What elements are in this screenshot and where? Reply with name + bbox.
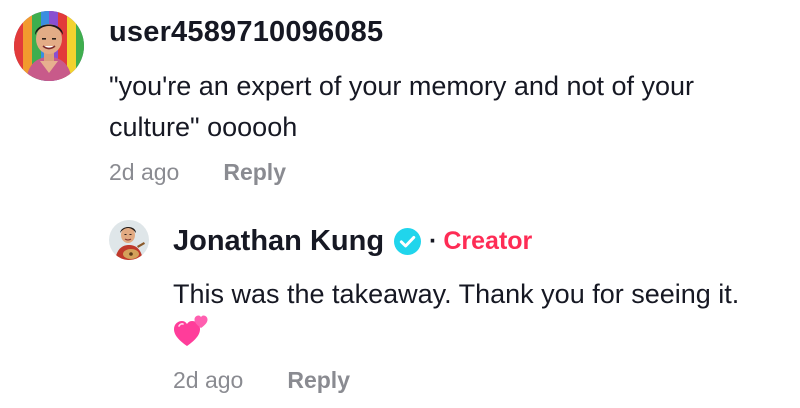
creator-avatar-photo [109,220,149,260]
comment-thread: user4589710096085 "you're an expert of y… [0,0,800,408]
reply-button[interactable]: Reply [223,159,286,186]
comment-meta: 2d ago Reply [109,157,286,187]
reply-text: This was the takeaway. Thank you for see… [173,276,793,348]
user-avatar-photo [14,11,84,81]
avatar[interactable] [14,11,84,81]
comment-text: "you're an expert of your memory and not… [109,71,695,142]
comment-timestamp: 2d ago [109,158,180,185]
two-hearts-icon [174,315,208,346]
reply-header: Jonathan Kung · Creator [173,223,532,259]
verified-badge-icon [394,227,422,255]
comment-username[interactable]: user4589710096085 [109,16,383,49]
creator-label: Creator [443,226,533,255]
separator-dot: · [429,226,438,255]
reply-button[interactable]: Reply [287,367,350,394]
reply-text-content: This was the takeaway. Thank you for see… [173,279,740,309]
reply-timestamp: 2d ago [173,366,244,393]
avatar[interactable] [109,220,149,260]
comment-item: user4589710096085 "you're an expert of y… [0,0,800,200]
reply-meta: 2d ago Reply [173,365,350,395]
reply-username[interactable]: Jonathan Kung [173,225,384,258]
